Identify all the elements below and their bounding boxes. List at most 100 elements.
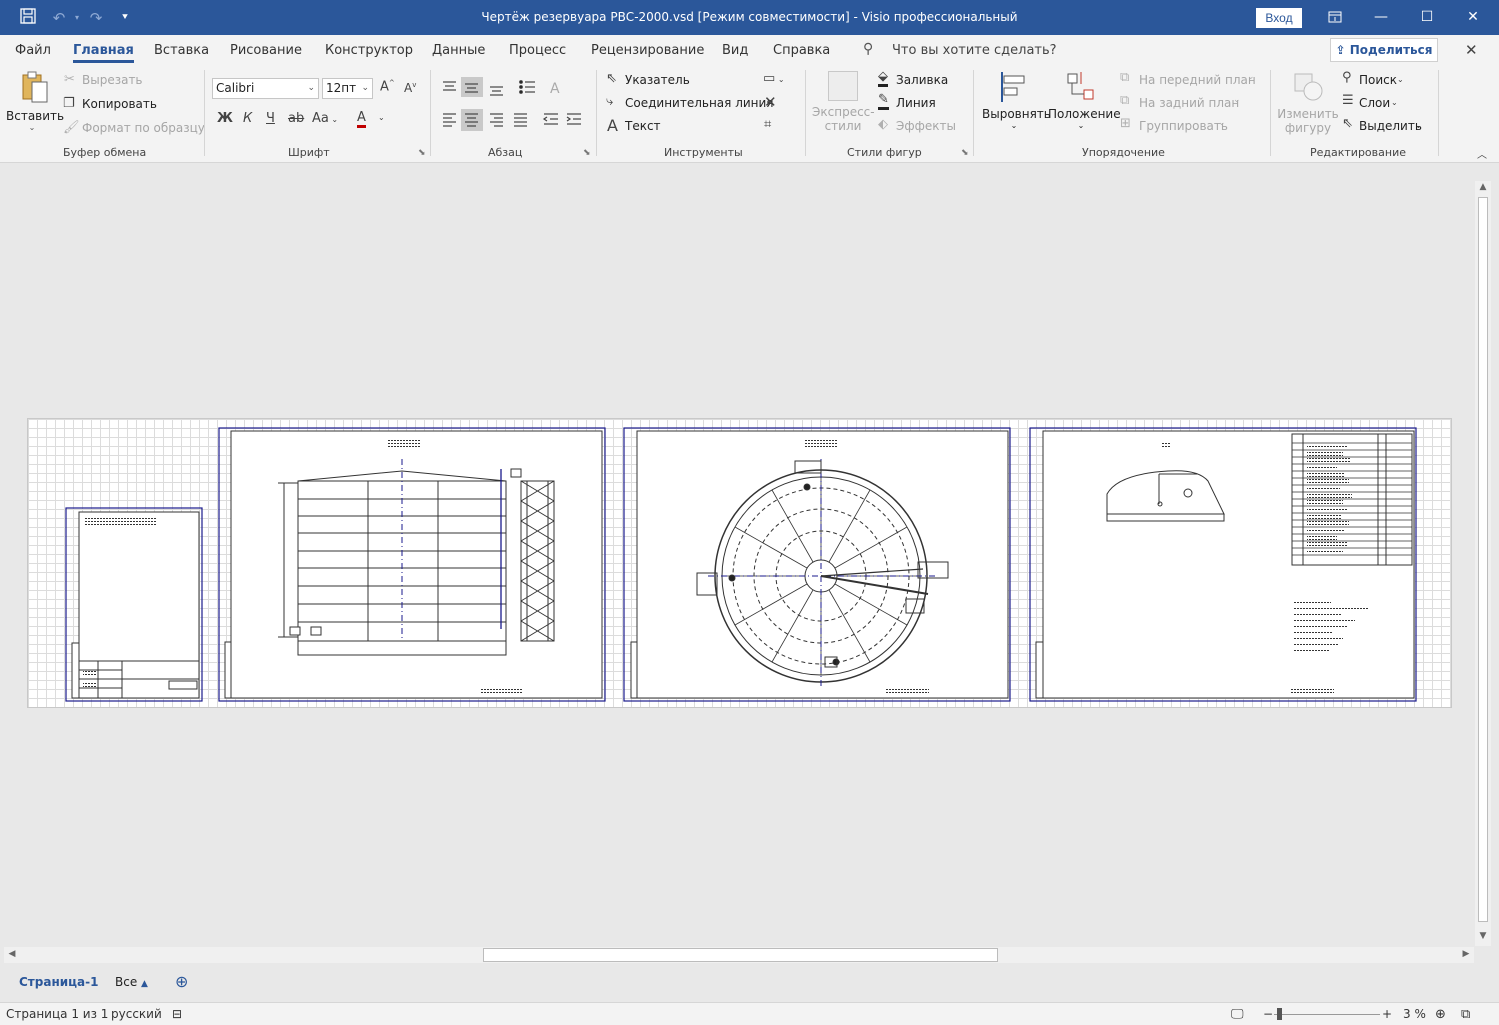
strikethrough-button[interactable]: ab [288,111,304,126]
align-right-icon[interactable] [490,113,503,127]
scroll-up-icon[interactable]: ▲ [1475,182,1491,192]
redo-icon[interactable]: ↷ [85,7,107,29]
font-family-select[interactable]: Calibri ⌄ [212,78,319,99]
language-status[interactable]: русский [111,1007,162,1021]
format-painter-button[interactable]: Формат по образцу [82,121,205,135]
fill-button[interactable]: Заливка [896,73,948,87]
bullets-icon[interactable] [519,80,535,94]
separator [805,70,806,156]
tab-data[interactable]: Данные [432,43,485,58]
align-bottom-icon[interactable] [490,86,503,96]
chevron-down-icon[interactable]: ⌄ [1397,75,1404,84]
tab-design[interactable]: Конструктор [325,43,413,58]
send-to-back-button[interactable]: На задний план [1139,96,1239,110]
horizontal-scroll-thumb[interactable] [483,948,998,962]
add-page-icon[interactable]: ⊕ [175,972,188,991]
scroll-right-icon[interactable]: ▶ [1458,949,1474,959]
align-top-icon[interactable] [443,81,456,91]
zoom-in-icon[interactable]: + [1382,1007,1392,1021]
login-button[interactable]: Вход [1256,8,1302,28]
bold-button[interactable]: Ж [217,111,233,126]
close-button[interactable]: ✕ [1450,0,1496,35]
effects-button[interactable]: Эффекты [896,119,956,133]
justify-icon[interactable] [514,113,527,127]
macro-recorder-icon[interactable]: ⊟ [172,1007,182,1021]
tab-view[interactable]: Вид [722,43,748,58]
zoom-out-icon[interactable]: − [1263,1007,1273,1021]
switch-windows-icon[interactable]: ⧉ [1461,1007,1470,1022]
copy-button[interactable]: Копировать [82,97,157,111]
crop-icon[interactable]: ⌗ [764,117,771,132]
collapse-ribbon-icon[interactable]: ︿ [1477,146,1487,161]
tab-help[interactable]: Справка [773,43,830,58]
align-button[interactable]: Выровнять ⌄ [982,70,1051,130]
increase-indent-icon[interactable] [566,113,581,125]
chevron-down-icon[interactable]: ⌄ [1415,121,1422,130]
bring-to-front-button[interactable]: На передний план [1139,73,1256,87]
pointer-tool-button[interactable]: Указатель [625,73,690,87]
font-color-button[interactable]: A [357,110,366,128]
dialog-launcher-icon[interactable]: ⬊ [961,148,969,158]
page-number-status[interactable]: Страница 1 из 1 [6,1007,108,1021]
grow-font-icon[interactable]: A^ [380,79,395,94]
chevron-down-icon[interactable]: ⌄ [1247,72,1255,82]
zoom-slider-thumb[interactable] [1277,1008,1282,1020]
text-direction-icon[interactable]: A [550,81,560,97]
decrease-indent-icon[interactable] [542,113,558,125]
tab-review[interactable]: Рецензирование [591,43,704,58]
select-button[interactable]: Выделить [1359,119,1422,133]
quick-styles-button[interactable]: Экспресс- стили [812,71,875,133]
page-tab-1[interactable]: Страница-1 [19,975,98,989]
connector-tool-button[interactable]: Соединительная линия [625,96,774,110]
ribbon-display-options-icon[interactable] [1312,0,1358,35]
tab-process[interactable]: Процесс [509,43,566,58]
vertical-scroll-thumb[interactable] [1478,197,1488,922]
tab-home[interactable]: Главная [73,43,134,63]
save-icon[interactable] [17,7,39,29]
maximize-button[interactable]: ☐ [1404,0,1450,35]
scroll-down-icon[interactable]: ▼ [1475,931,1491,941]
dialog-launcher-icon[interactable]: ⬊ [418,148,426,158]
drawing-page[interactable] [27,418,1452,708]
font-size-select[interactable]: 12пт ⌄ [322,78,373,99]
tell-me-input[interactable]: Что вы хотите сделать? [892,43,1057,58]
fit-to-window-icon[interactable]: ⊕ [1435,1007,1446,1022]
tab-file[interactable]: Файл [15,43,51,58]
minimize-button[interactable]: — [1358,0,1404,35]
horizontal-scrollbar[interactable]: ◀ ▶ [4,947,1474,963]
tab-insert[interactable]: Вставка [154,43,209,58]
zoom-slider-track[interactable] [1274,1014,1380,1015]
cut-button[interactable]: Вырезать [82,73,143,87]
group-button[interactable]: Группировать [1139,119,1228,133]
italic-button[interactable]: К [243,111,252,126]
tab-draw[interactable]: Рисование [230,43,302,58]
zoom-level[interactable]: 3 % [1403,1007,1426,1021]
dialog-launcher-icon[interactable]: ⬊ [583,148,591,158]
vertical-scrollbar[interactable]: ▲ ▼ [1475,181,1491,946]
copy-icon: ❐ [63,96,75,111]
text-tool-button[interactable]: Текст [625,119,661,133]
line-button[interactable]: Линия [896,96,936,110]
scroll-left-icon[interactable]: ◀ [4,949,20,959]
all-pages-button[interactable]: Все ▲ [115,975,148,989]
change-shape-button[interactable]: Изменить фигуру [1277,70,1339,135]
rectangle-icon[interactable]: ▭ ⌄ [763,71,785,86]
group-icon: ⊞ [1120,116,1131,131]
change-case-button[interactable]: Aa ⌄ [312,111,338,126]
position-button[interactable]: Положение ⌄ [1048,70,1121,130]
chevron-down-icon[interactable]: ⌄ [1218,118,1226,128]
connection-point-icon[interactable]: ✕ [764,93,777,111]
paste-button[interactable]: Вставить ⌄ [6,70,64,142]
find-button[interactable]: Поиск [1359,73,1397,87]
layers-button[interactable]: Слои [1359,96,1390,110]
chevron-down-icon[interactable]: ⌄ [1233,95,1241,105]
presentation-mode-icon[interactable]: 🖵 [1231,1007,1244,1022]
chevron-down-icon[interactable]: ⌄ [1391,98,1398,107]
shrink-font-icon[interactable]: Av [404,81,416,95]
underline-button[interactable]: Ч [266,111,275,126]
customize-qat-icon[interactable]: ⯆ [114,7,136,29]
close-ribbon-icon[interactable]: ✕ [1465,41,1478,59]
align-left-icon[interactable] [443,113,456,127]
share-button[interactable]: ⇪ Поделиться [1330,38,1438,62]
chevron-down-icon[interactable]: ⌄ [378,113,385,122]
